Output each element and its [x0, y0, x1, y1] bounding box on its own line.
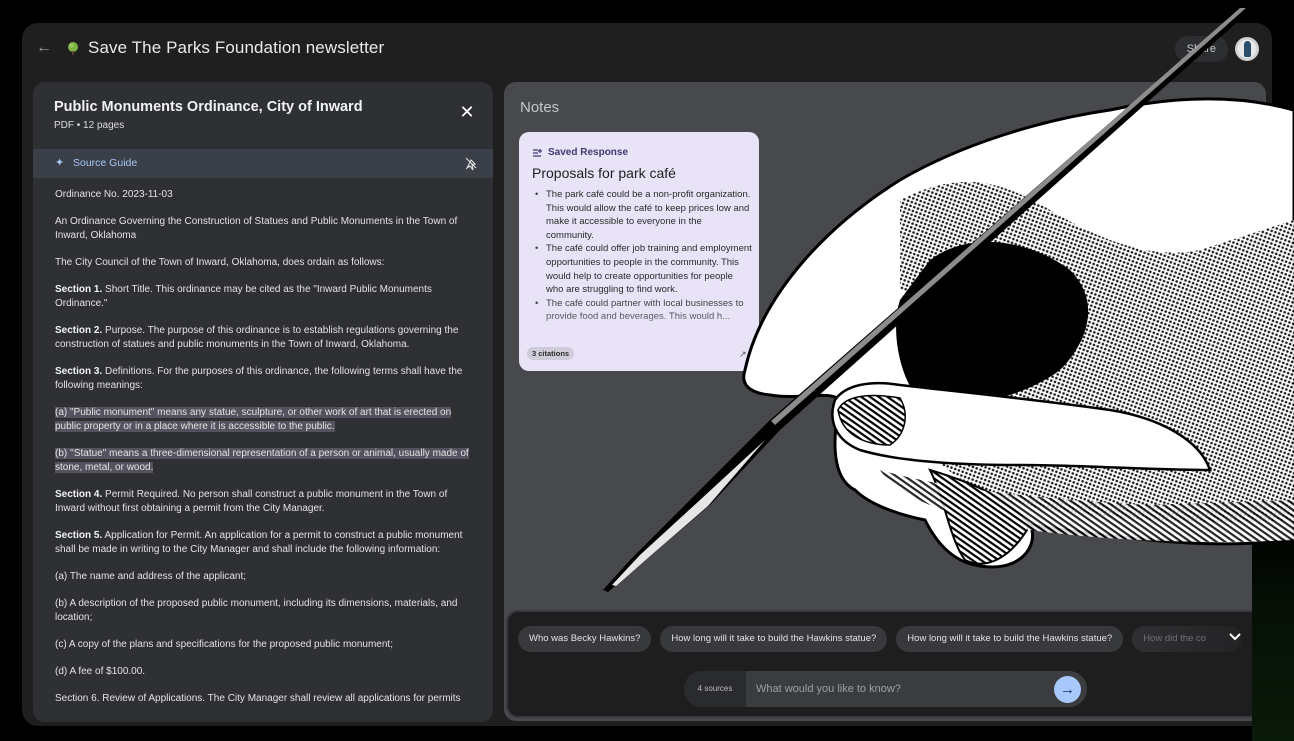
note-bullet: The café could offer job training and em…: [532, 242, 752, 296]
section-heading: Section 5.: [55, 530, 103, 541]
sources-count[interactable]: 4 sources: [684, 671, 746, 707]
query-input[interactable]: [746, 671, 1046, 707]
section-text: Permit Required. No person shall constru…: [55, 489, 448, 514]
notebook-title: Save The Parks Foundation newsletter: [88, 38, 385, 57]
highlighted-text: (a) "Public monument" means any statue, …: [55, 407, 452, 432]
user-avatar[interactable]: [1235, 37, 1259, 61]
arrow-right-icon: →: [1060, 681, 1075, 698]
section-heading: Section 4.: [55, 489, 103, 500]
section-3: Section 3. Definitions. For the purposes…: [55, 365, 473, 393]
section-text: Definitions. For the purposes of this or…: [55, 366, 463, 391]
pin-icon[interactable]: [463, 156, 479, 172]
close-icon: ✕: [459, 102, 475, 122]
section-heading: Section 1.: [55, 284, 103, 295]
note-tag-label: Saved Response: [548, 147, 629, 158]
section-heading: Section 3.: [55, 366, 103, 377]
top-bar: ← Save The Parks Foundation newsletter S…: [22, 23, 1272, 75]
section-5-item-c: (c) A copy of the plans and specificatio…: [55, 639, 393, 650]
ordinance-preamble: The City Council of the Town of Inward, …: [55, 257, 385, 268]
section-1: Section 1. Short Title. This ordinance m…: [55, 283, 473, 311]
sparkle-icon: ✦: [55, 157, 65, 169]
ordinance-subtitle: An Ordinance Governing the Construction …: [55, 216, 458, 241]
expand-icon[interactable]: ↗: [739, 349, 749, 359]
section-5-item-a: (a) The name and address of the applican…: [55, 571, 247, 582]
note-title: Proposals for park café: [532, 165, 676, 181]
section-text: Purpose. The purpose of this ordinance i…: [55, 325, 459, 350]
saved-response-icon: [533, 148, 542, 157]
source-title: Public Monuments Ordinance, City of Inwa…: [54, 99, 363, 115]
tree-icon: [68, 42, 78, 55]
ordinance-number: Ordinance No. 2023-11-03: [55, 189, 173, 200]
note-fade-overlay: [519, 312, 759, 336]
suggestion-chip[interactable]: How long will it take to build the Hawki…: [660, 626, 888, 652]
section-text: Short Title. This ordinance may be cited…: [55, 284, 432, 309]
notes-title: Notes: [520, 99, 560, 116]
chat-area: Who was Becky Hawkins? How long will it …: [506, 610, 1262, 718]
chevron-down-icon[interactable]: [1228, 630, 1242, 644]
section-text: Application for Permit. An application f…: [55, 530, 463, 555]
note-tag: Saved Response: [532, 147, 628, 158]
source-meta: PDF • 12 pages: [54, 120, 125, 131]
source-panel: Public Monuments Ordinance, City of Inwa…: [33, 82, 493, 722]
query-box: 4 sources →: [684, 671, 1087, 707]
definition-b[interactable]: (b) ''Statue" means a three-dimensional …: [55, 447, 473, 475]
section-5-item-d: (d) A fee of $100.00.: [55, 666, 146, 677]
share-button[interactable]: Share: [1174, 36, 1228, 62]
suggestion-chip[interactable]: Who was Becky Hawkins?: [518, 626, 652, 652]
source-guide-label: Source Guide: [73, 157, 138, 169]
section-5-item-b: (b) A description of the proposed public…: [55, 598, 458, 623]
section-heading: Section 2.: [55, 325, 103, 336]
section-2: Section 2. Purpose. The purpose of this …: [55, 324, 473, 352]
note-bullets: The park café could be a non-profit orga…: [532, 188, 752, 324]
arrow-left-icon: ←: [36, 39, 52, 56]
suggestion-chip[interactable]: How long will it take to build the Hawki…: [896, 626, 1124, 652]
background-glow: [1252, 520, 1294, 741]
highlighted-text: (b) ''Statue" means a three-dimensional …: [55, 448, 469, 473]
note-bullet: The park café could be a non-profit orga…: [532, 188, 752, 242]
section-5: Section 5. Application for Permit. An ap…: [55, 529, 473, 557]
close-source-button[interactable]: ✕: [459, 102, 475, 122]
document-content: Ordinance No. 2023-11-03 An Ordinance Go…: [55, 188, 473, 717]
section-6: Section 6. Review of Applications. The C…: [55, 693, 461, 704]
suggestion-chip[interactable]: How did the co: [1132, 626, 1243, 652]
source-guide-bar[interactable]: ✦ Source Guide: [33, 149, 493, 178]
citations-badge[interactable]: 3 citations: [527, 347, 575, 360]
suggestion-chips: Who was Becky Hawkins? How long will it …: [518, 626, 1260, 652]
definition-a[interactable]: (a) "Public monument" means any statue, …: [55, 406, 473, 434]
send-button[interactable]: →: [1054, 676, 1081, 703]
saved-response-card[interactable]: Saved Response Proposals for park café T…: [519, 132, 759, 371]
notes-panel: Notes Saved Response Proposals for park …: [504, 82, 1266, 721]
section-4: Section 4. Permit Required. No person sh…: [55, 488, 473, 516]
back-button[interactable]: ←: [36, 39, 52, 57]
app-window: ← Save The Parks Foundation newsletter S…: [22, 23, 1272, 726]
